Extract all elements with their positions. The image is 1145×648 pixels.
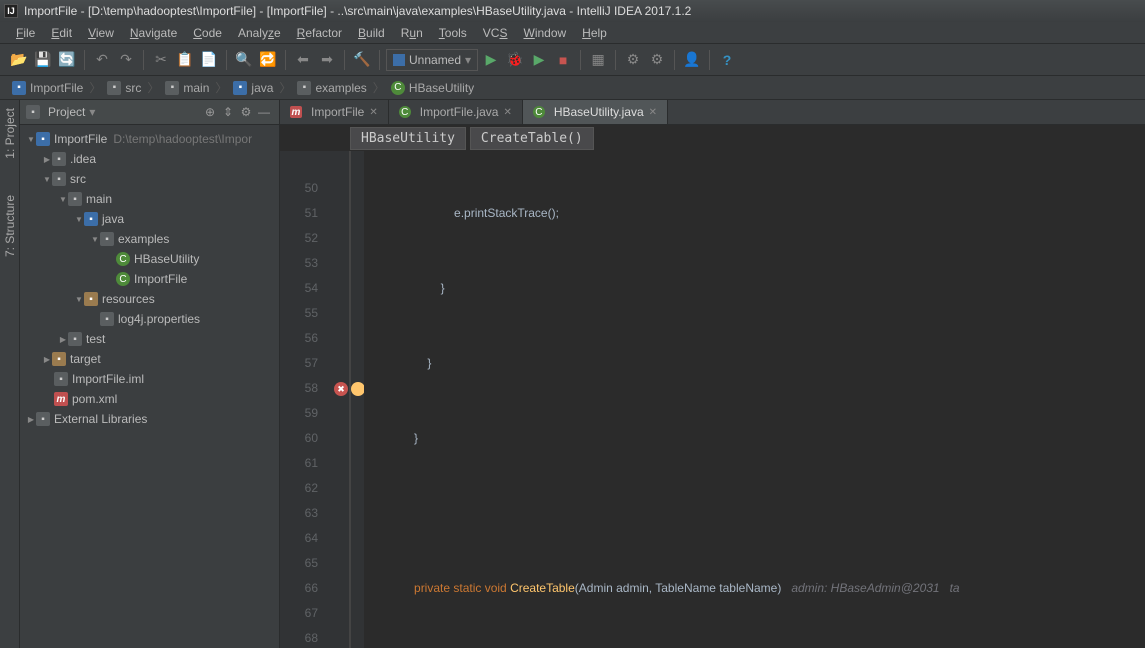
copy-icon[interactable]: 📋 xyxy=(174,49,196,71)
tool-window-bar: 1: Project 7: Structure xyxy=(0,100,20,648)
menu-vcs[interactable]: VCS xyxy=(475,24,516,42)
debug-icon[interactable]: 🐞 xyxy=(504,49,526,71)
menu-tools[interactable]: Tools xyxy=(431,24,475,42)
menu-code[interactable]: Code xyxy=(185,24,230,42)
intention-bulb-icon[interactable] xyxy=(351,382,365,396)
collapse-icon[interactable]: ⇕ xyxy=(219,103,237,121)
menu-file[interactable]: File xyxy=(8,24,43,42)
menu-bar: File Edit View Navigate Code Analyze Ref… xyxy=(0,22,1145,44)
editor-pane: mImportFile✕ CImportFile.java✕ CHBaseUti… xyxy=(280,100,1145,648)
code-content[interactable]: e.printStackTrace(); } } } private stati… xyxy=(364,151,1145,648)
back-icon[interactable]: ⬅ xyxy=(292,49,314,71)
gutter[interactable]: 50 51 52 53 54 55 56 57 58 59 60 61 62 6… xyxy=(280,151,332,648)
app-icon: IJ xyxy=(4,4,18,18)
stop-icon[interactable]: ■ xyxy=(552,49,574,71)
paste-icon[interactable]: 📄 xyxy=(198,49,220,71)
project-panel-title: Project xyxy=(48,105,85,119)
target-icon[interactable]: ⊕ xyxy=(201,103,219,121)
structure-icon[interactable]: ▦ xyxy=(587,49,609,71)
crumb-examples[interactable]: ▪examples xyxy=(293,81,370,95)
toolbar: 📂 💾 🔄 ↶ ↷ ✂ 📋 📄 🔍 🔁 ⬅ ➡ 🔨 Unnamed ▾ ▶ 🐞 … xyxy=(0,44,1145,76)
crumb-project[interactable]: ▪ImportFile xyxy=(8,81,87,95)
cut-icon[interactable]: ✂ xyxy=(150,49,172,71)
menu-analyze[interactable]: Analyze xyxy=(230,24,289,42)
settings-b-icon[interactable]: ⚙ xyxy=(646,49,668,71)
error-icon[interactable]: ✖ xyxy=(334,382,348,396)
menu-window[interactable]: Window xyxy=(515,24,574,42)
help-icon[interactable]: ? xyxy=(716,49,738,71)
nav-bar: ▪ImportFile〉 ▪src〉 ▪main〉 ▪java〉 ▪exampl… xyxy=(0,76,1145,100)
crumb-method-scope[interactable]: CreateTable() xyxy=(470,127,594,150)
user-icon[interactable]: 👤 xyxy=(681,49,703,71)
settings-a-icon[interactable]: ⚙ xyxy=(622,49,644,71)
gutter-icons: ✖ xyxy=(332,151,350,648)
menu-edit[interactable]: Edit xyxy=(43,24,80,42)
open-icon[interactable]: 📂 xyxy=(8,49,30,71)
code-area[interactable]: 50 51 52 53 54 55 56 57 58 59 60 61 62 6… xyxy=(280,151,1145,648)
save-icon[interactable]: 💾 xyxy=(32,49,54,71)
sync-icon[interactable]: 🔄 xyxy=(56,49,78,71)
tab-hbaseutility-java[interactable]: CHBaseUtility.java✕ xyxy=(523,100,668,124)
project-tree[interactable]: ▼▪ImportFileD:\temp\hadooptest\Impor ▶▪.… xyxy=(20,125,279,648)
crumb-src[interactable]: ▪src xyxy=(103,81,145,95)
coverage-icon[interactable]: ▶ xyxy=(528,49,550,71)
project-header: ▪Project ▾ ⊕ ⇕ ⚙ — xyxy=(20,100,279,125)
crumb-java[interactable]: ▪java xyxy=(229,81,277,95)
tool-structure[interactable]: 7: Structure xyxy=(1,191,19,261)
tab-importfile-module[interactable]: mImportFile✕ xyxy=(280,100,389,124)
hide-icon[interactable]: — xyxy=(255,103,273,121)
close-icon[interactable]: ✕ xyxy=(503,107,511,118)
module-icon xyxy=(393,54,405,66)
title-bar: IJ ImportFile - [D:\temp\hadooptest\Impo… xyxy=(0,0,1145,22)
crumb-class[interactable]: CHBaseUtility xyxy=(387,81,478,95)
tool-project[interactable]: 1: Project xyxy=(1,104,19,163)
fold-bar[interactable] xyxy=(350,151,364,648)
undo-icon[interactable]: ↶ xyxy=(91,49,113,71)
replace-icon[interactable]: 🔁 xyxy=(257,49,279,71)
tab-importfile-java[interactable]: CImportFile.java✕ xyxy=(389,100,523,124)
editor-breadcrumb: HBaseUtility CreateTable() xyxy=(280,125,1145,151)
close-icon[interactable]: ✕ xyxy=(369,107,377,118)
menu-help[interactable]: Help xyxy=(574,24,615,42)
close-icon[interactable]: ✕ xyxy=(649,107,657,118)
find-icon[interactable]: 🔍 xyxy=(233,49,255,71)
menu-navigate[interactable]: Navigate xyxy=(122,24,185,42)
crumb-main[interactable]: ▪main xyxy=(161,81,213,95)
menu-run[interactable]: Run xyxy=(393,24,431,42)
build-icon[interactable]: 🔨 xyxy=(351,49,373,71)
menu-refactor[interactable]: Refactor xyxy=(289,24,350,42)
redo-icon[interactable]: ↷ xyxy=(115,49,137,71)
menu-view[interactable]: View xyxy=(80,24,122,42)
project-pane: ▪Project ▾ ⊕ ⇕ ⚙ — ▼▪ImportFileD:\temp\h… xyxy=(20,100,280,648)
editor-tabs: mImportFile✕ CImportFile.java✕ CHBaseUti… xyxy=(280,100,1145,125)
run-config-selector[interactable]: Unnamed ▾ xyxy=(386,49,478,71)
chevron-down-icon: ▾ xyxy=(465,53,471,67)
window-title: ImportFile - [D:\temp\hadooptest\ImportF… xyxy=(24,4,691,18)
run-icon[interactable]: ▶ xyxy=(480,49,502,71)
forward-icon[interactable]: ➡ xyxy=(316,49,338,71)
run-config-label: Unnamed xyxy=(409,53,461,67)
menu-build[interactable]: Build xyxy=(350,24,393,42)
gear-icon[interactable]: ⚙ xyxy=(237,103,255,121)
crumb-class-scope[interactable]: HBaseUtility xyxy=(350,127,466,150)
